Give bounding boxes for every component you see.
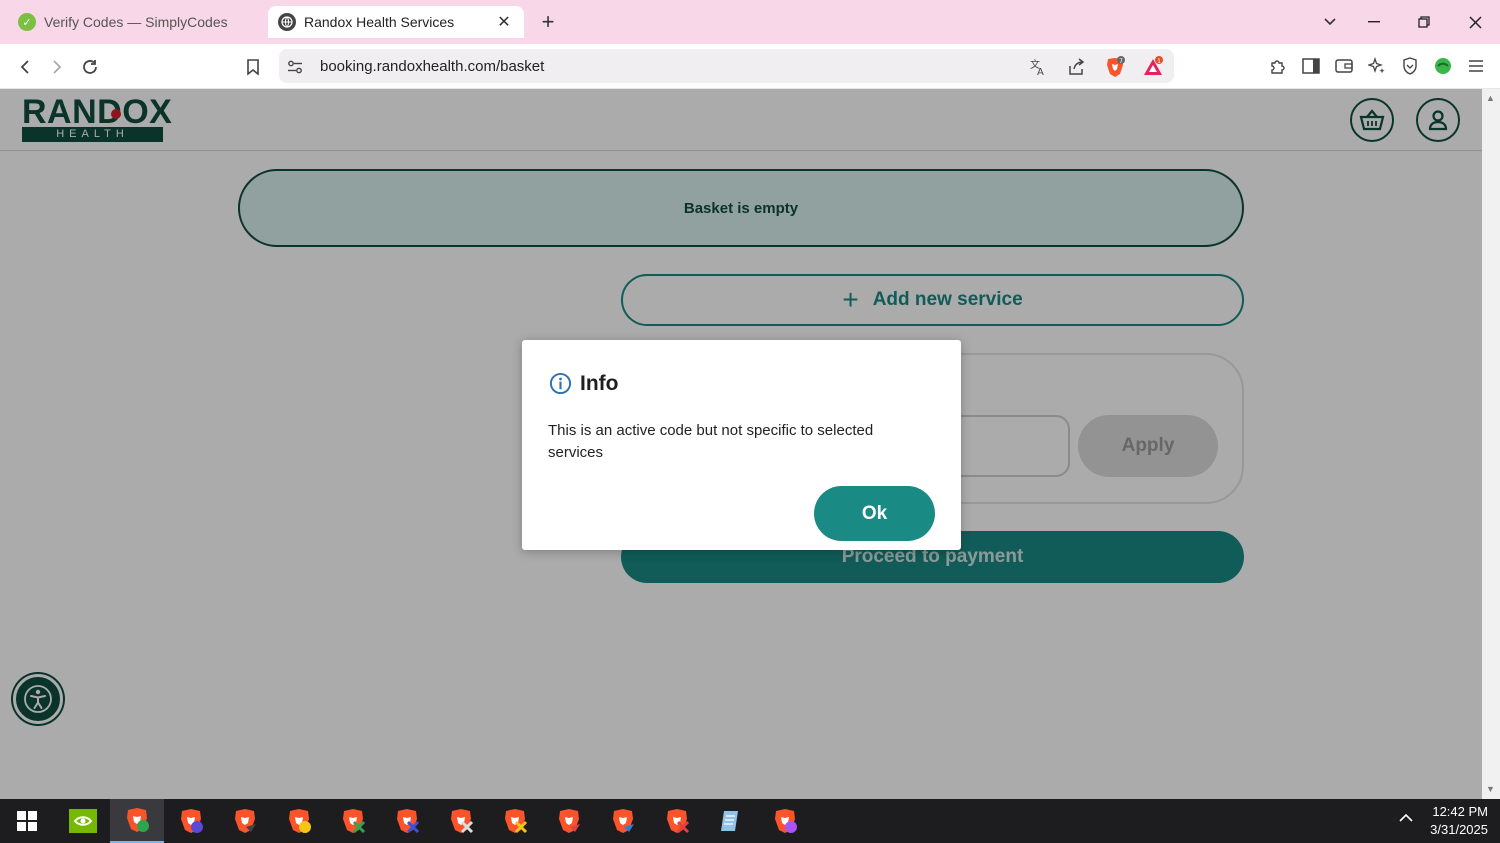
url-text: booking.randoxhealth.com/basket [320,58,545,75]
info-icon [549,372,572,395]
tab-verify-codes[interactable]: ✓ Verify Codes — SimplyCodes [8,6,258,38]
rewards-count-badge: 1 [1157,58,1161,65]
wallet-icon[interactable] [1333,55,1355,77]
tab-title: Randox Health Services [304,14,455,30]
taskbar-clock[interactable]: 12:42 PM 3/31/2025 [1430,803,1488,839]
taskbar-brave-11[interactable] [650,799,704,843]
show-hidden-icons-chevron-icon[interactable] [1398,810,1414,828]
leo-ai-icon[interactable] [1366,55,1388,77]
page-viewport: RANDOX HEALTH Basket is empty + Add new … [0,89,1482,799]
sidebar-toggle-icon[interactable] [1300,55,1322,77]
taskbar-brave-1[interactable] [110,799,164,843]
close-tab-icon[interactable]: ✕ [494,12,514,32]
translate-icon[interactable]: 文A [1027,56,1049,78]
back-button[interactable] [12,54,38,80]
main-menu-icon[interactable] [1465,55,1487,77]
brave-browser-icon [343,809,366,834]
taskbar-brave-4[interactable] [272,799,326,843]
brave-browser-icon [505,809,528,834]
restore-window-button[interactable] [1409,8,1439,36]
brave-browser-icon [127,808,149,832]
dialog-message: This is an active code but not specific … [548,422,874,461]
scroll-down-arrow-icon[interactable]: ▼ [1486,784,1495,794]
brave-browser-icon [559,809,580,833]
taskbar-notepad[interactable] [704,799,758,843]
svg-text:A: A [1037,67,1044,76]
vpn-shield-icon[interactable] [1399,55,1421,77]
minimize-window-button[interactable] [1359,8,1389,36]
taskbar-nvidia[interactable] [56,799,110,843]
tab-randox-health[interactable]: Randox Health Services ✕ [268,6,524,38]
site-settings-icon[interactable] [284,56,306,78]
browser-toolbar: booking.randoxhealth.com/basket 文A 7 1 [0,44,1500,89]
taskbar-brave-12[interactable] [758,799,812,843]
new-tab-button[interactable]: + [536,10,560,34]
bookmark-icon[interactable] [240,54,266,80]
taskbar-brave-5[interactable] [326,799,380,843]
dialog-title: Info [580,372,619,395]
brave-browser-icon [235,809,256,833]
simplycodes-favicon-icon: ✓ [18,13,36,31]
taskbar-brave-9[interactable] [542,799,596,843]
nvidia-icon [69,809,97,833]
brave-rewards-icon[interactable]: 1 [1142,56,1164,78]
windows-logo-icon [17,811,37,831]
clock-time: 12:42 PM [1432,804,1488,819]
taskbar-brave-6[interactable] [380,799,434,843]
brave-browser-icon [667,809,690,834]
clock-date: 3/31/2025 [1430,822,1488,837]
info-dialog: Info This is an active code but not spec… [522,340,961,550]
share-icon[interactable] [1065,56,1087,78]
browser-tab-strip: ✓ Verify Codes — SimplyCodes Randox Heal… [0,0,1500,44]
start-button[interactable] [0,799,54,843]
extensions-puzzle-icon[interactable] [1267,55,1289,77]
brave-browser-icon [775,809,797,833]
shields-count-badge: 7 [1119,58,1123,65]
scroll-up-arrow-icon[interactable]: ▲ [1486,93,1495,103]
brave-browser-icon [613,809,634,833]
ok-label: Ok [861,502,888,524]
taskbar-brave-2[interactable] [164,799,218,843]
profile-extension-icon[interactable] [1432,55,1454,77]
page-scrollbar[interactable]: ▲ ▼ [1482,89,1500,799]
taskbar-brave-8[interactable] [488,799,542,843]
notepad-icon [721,811,738,831]
brave-browser-icon [289,809,311,833]
forward-button[interactable] [44,54,70,80]
brave-browser-icon [397,809,420,834]
taskbar-brave-3[interactable] [218,799,272,843]
reload-button[interactable] [77,54,103,80]
taskbar-brave-10[interactable] [596,799,650,843]
globe-icon [278,13,296,31]
windows-taskbar: 12:42 PM 3/31/2025 [0,799,1500,843]
tab-title: Verify Codes — SimplyCodes [44,14,228,30]
ok-button[interactable]: Ok [814,486,935,541]
tab-search-chevron-icon[interactable] [1315,8,1345,36]
brave-shields-icon[interactable]: 7 [1104,56,1126,78]
taskbar-brave-7[interactable] [434,799,488,843]
brave-browser-icon [181,809,203,833]
close-window-button[interactable] [1460,8,1490,36]
address-bar[interactable]: booking.randoxhealth.com/basket 文A 7 1 [279,49,1174,83]
brave-browser-icon [451,809,474,834]
